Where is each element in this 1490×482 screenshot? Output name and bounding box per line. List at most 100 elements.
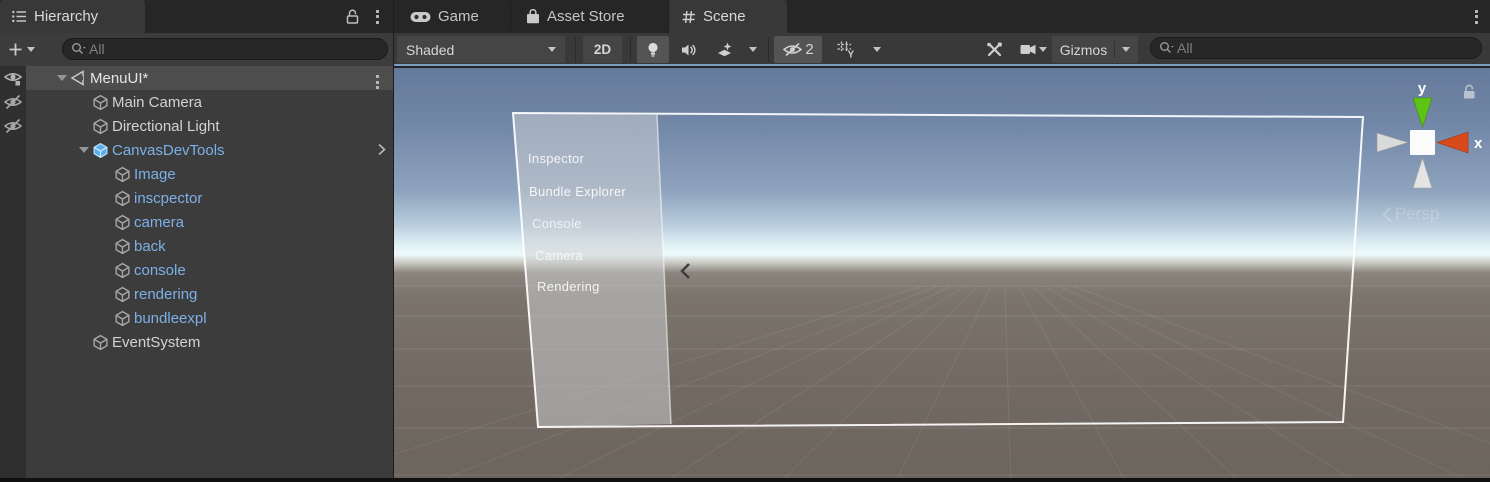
tab-game[interactable]: Game <box>398 0 506 33</box>
cube-icon <box>92 118 112 135</box>
hierarchy-row[interactable]: rendering <box>0 282 393 306</box>
hierarchy-row-label: bundleexpl <box>134 310 207 327</box>
cube-icon <box>114 214 134 231</box>
hierarchy-row-label: rendering <box>134 286 197 303</box>
canvas-menu-item[interactable]: Console <box>532 216 582 231</box>
hierarchy-row[interactable]: camera <box>0 210 393 234</box>
cube-icon <box>114 286 134 303</box>
scene-audio-toggle[interactable] <box>672 36 705 63</box>
hierarchy-row[interactable]: MenuUI* <box>0 66 393 90</box>
gizmo-lock-icon[interactable] <box>1462 84 1476 100</box>
hierarchy-tree: MenuUI* Main Camera Directional Light Canva… <box>0 66 393 478</box>
component-tools-button[interactable] <box>974 36 1014 63</box>
cube-prefab-icon <box>92 142 112 159</box>
hidden-eye-icon[interactable] <box>3 118 23 134</box>
scene-camera-settings[interactable] <box>1018 36 1048 63</box>
scene-effects-caret[interactable] <box>742 36 764 63</box>
camera-icon <box>1020 44 1036 55</box>
projection-label: Persp <box>1395 204 1439 224</box>
grid-snap-toggle[interactable]: Y <box>827 36 865 63</box>
hierarchy-row-label: inscpector <box>134 190 202 207</box>
hierarchy-row[interactable]: CanvasDevTools <box>0 138 393 162</box>
cube-icon <box>92 94 112 111</box>
panel-collapse-chevron[interactable] <box>682 264 689 278</box>
axis-neg-y-cone[interactable] <box>1413 158 1432 188</box>
2d-label: 2D <box>594 42 611 57</box>
tab-asset-store[interactable]: Asset Store <box>514 0 666 33</box>
foldout-arrow-icon[interactable] <box>54 75 70 81</box>
gizmos-dropdown[interactable]: Gizmos <box>1052 36 1138 63</box>
hierarchy-row-label: camera <box>134 214 184 231</box>
hierarchy-search-input[interactable] <box>89 41 379 57</box>
grid-icon <box>681 10 696 24</box>
hierarchy-row[interactable]: back <box>0 234 393 258</box>
hierarchy-row[interactable]: EventSystem <box>0 330 393 354</box>
axis-x-label: x <box>1474 135 1483 152</box>
axis-x-cone[interactable] <box>1437 132 1468 153</box>
search-icon <box>1159 41 1174 55</box>
scene-effects-toggle[interactable] <box>708 36 740 63</box>
gizmos-label: Gizmos <box>1060 42 1107 58</box>
tab-asset-store-label: Asset Store <box>547 8 625 25</box>
scene-search-input[interactable] <box>1177 40 1473 56</box>
hierarchy-row[interactable]: console <box>0 258 393 282</box>
cube-icon <box>114 310 134 327</box>
scene-panel: Game Asset Store Scene <box>394 0 1490 478</box>
add-gameobject-caret-icon <box>27 47 35 52</box>
tab-hierarchy[interactable]: Hierarchy <box>0 0 145 33</box>
hierarchy-menu-icon[interactable] <box>370 6 385 28</box>
eye-slash-icon <box>782 42 803 57</box>
scene-visibility-toggle[interactable]: 2 <box>774 36 822 63</box>
2d-toggle-button[interactable]: 2D <box>583 36 622 63</box>
hierarchy-panel: Hierarchy MenuUI*Main CameraDi <box>0 0 393 478</box>
scene-tabbar: Game Asset Store Scene <box>394 0 1490 33</box>
hierarchy-row-label: back <box>134 238 166 255</box>
projection-toggle[interactable]: Persp <box>1382 204 1439 224</box>
cube-icon <box>114 238 134 255</box>
foldout-arrow-icon[interactable] <box>76 147 92 153</box>
svg-text:Y: Y <box>847 50 854 59</box>
hierarchy-row[interactable]: Directional Light <box>0 114 393 138</box>
hierarchy-row[interactable]: inscpector <box>0 186 393 210</box>
axis-neg-x-cone[interactable] <box>1377 133 1408 152</box>
hierarchy-lock-icon[interactable] <box>346 0 359 33</box>
tab-hierarchy-label: Hierarchy <box>34 8 98 25</box>
scene-visibility-eye-icon[interactable] <box>3 70 23 87</box>
draw-mode-caret-icon <box>548 47 556 52</box>
scene-toolbar: Shaded 2D 2 <box>394 33 1490 66</box>
scene-menu-icon[interactable] <box>1469 6 1484 28</box>
draw-mode-label: Shaded <box>406 42 454 58</box>
prefab-open-chevron-icon[interactable] <box>376 142 387 157</box>
grid-snap-caret-icon <box>873 47 881 52</box>
hierarchy-row[interactable]: Image <box>0 162 393 186</box>
hierarchy-row[interactable]: bundleexpl <box>0 306 393 330</box>
hierarchy-row[interactable]: Main Camera <box>0 90 393 114</box>
scene-lighting-toggle[interactable] <box>637 36 669 63</box>
bag-icon <box>526 9 540 24</box>
draw-mode-dropdown[interactable]: Shaded <box>397 36 565 63</box>
hierarchy-search[interactable] <box>62 38 388 60</box>
hierarchy-row-label: MenuUI* <box>90 70 148 87</box>
cube-icon <box>92 334 112 351</box>
gizmos-divider <box>1114 41 1115 58</box>
effects-caret-icon <box>749 47 757 52</box>
canvas-menu-item[interactable]: Bundle Explorer <box>529 184 626 199</box>
add-gameobject-button[interactable] <box>0 33 41 66</box>
scene-viewport[interactable]: y x InspectorBundle ExplorerConsoleCamer… <box>394 68 1490 478</box>
hierarchy-toolbar <box>0 33 393 66</box>
canvas-menu-item[interactable]: Rendering <box>537 279 600 294</box>
tab-game-label: Game <box>438 8 479 25</box>
grid-snap-caret[interactable] <box>865 36 888 63</box>
axis-y-cone[interactable] <box>1413 98 1432 127</box>
gizmo-center-cube[interactable] <box>1410 130 1435 155</box>
hidden-count-label: 2 <box>805 41 813 58</box>
canvas-menu-item[interactable]: Inspector <box>528 151 584 166</box>
tab-scene-label: Scene <box>703 8 746 25</box>
bulb-icon <box>647 42 659 58</box>
camera-caret-icon <box>1039 47 1047 52</box>
scene-search[interactable] <box>1150 37 1482 59</box>
hidden-eye-icon[interactable] <box>3 94 23 110</box>
hierarchy-row-label: Directional Light <box>112 118 220 135</box>
canvas-menu-item[interactable]: Camera <box>535 248 583 263</box>
tab-scene[interactable]: Scene <box>669 0 787 33</box>
